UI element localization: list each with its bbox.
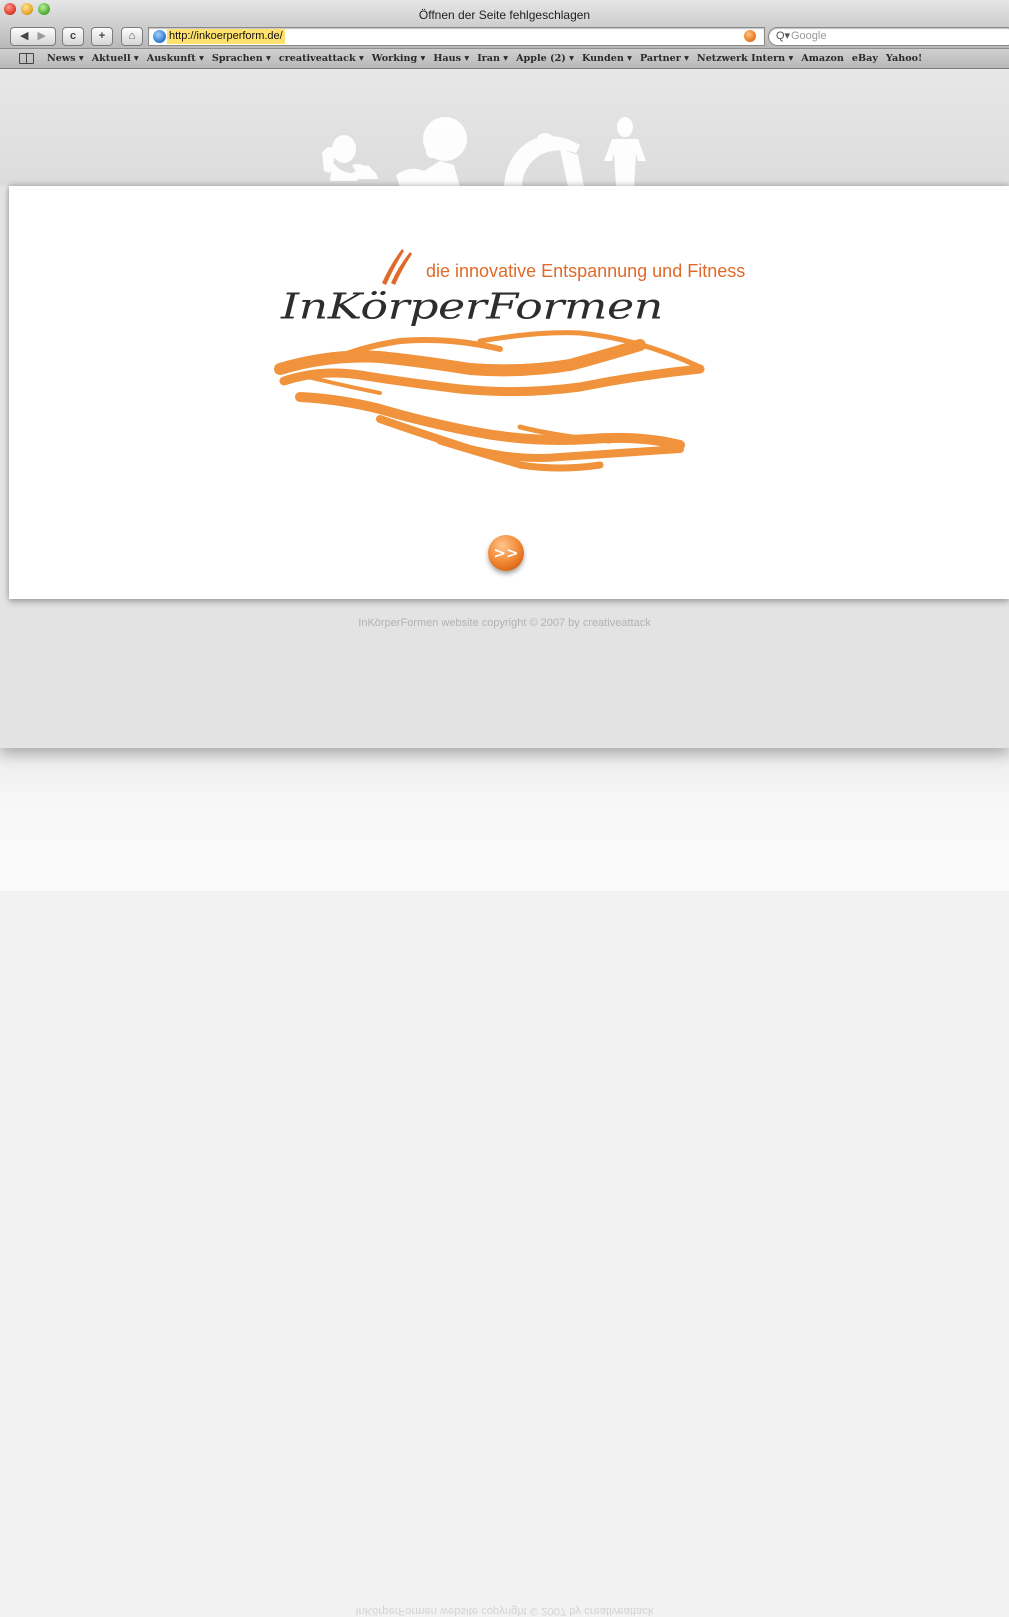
snapback-icon[interactable]	[744, 30, 756, 42]
logo-graphic	[274, 249, 705, 472]
search-placeholder: Google	[791, 30, 827, 42]
reload-button[interactable]: c	[62, 27, 84, 46]
enter-site-button[interactable]: >>	[488, 535, 524, 571]
back-forward-button[interactable]: ◀ ▶	[10, 27, 56, 46]
hand-brushstroke-icon	[274, 330, 705, 472]
bookmark-creativeattack[interactable]: creativeattack ▾	[279, 49, 364, 68]
forward-arrow-icon[interactable]: ▶	[38, 30, 46, 42]
bookmark-iran[interactable]: Iran ▾	[477, 49, 508, 68]
globe-icon	[153, 30, 166, 43]
bookmark-list: News ▾ Aktuell ▾ Auskunft ▾ Sprachen ▾ c…	[47, 49, 922, 68]
bookmark-apple[interactable]: Apple (2) ▾	[516, 49, 574, 68]
brand-wordmark: InKörperFormen	[281, 285, 663, 328]
bookmark-ebay[interactable]: eBay	[852, 49, 878, 68]
tagline-text: die innovative Entspannung und Fitness	[426, 261, 746, 281]
add-bookmark-button[interactable]: +	[91, 27, 113, 46]
copyright-text: InKörperFormen website copyright © 2007 …	[358, 617, 651, 629]
bookmark-netzwerk-intern[interactable]: Netzwerk Intern ▾	[697, 49, 793, 68]
bookmark-news[interactable]: News ▾	[47, 49, 84, 68]
home-icon: ⌂	[128, 30, 136, 42]
url-text[interactable]: http://inkoerperform.de/	[167, 29, 285, 44]
book-icon[interactable]	[19, 53, 34, 64]
title-bar: Öffnen der Seite fehlgeschlagen ◀ ▶ c + …	[0, 0, 1009, 49]
address-bar[interactable]: http://inkoerperform.de/	[148, 27, 765, 46]
back-arrow-icon[interactable]: ◀	[20, 30, 28, 42]
reload-icon: c	[69, 30, 77, 42]
bookmark-kunden[interactable]: Kunden ▾	[582, 49, 632, 68]
bookmark-amazon[interactable]: Amazon	[801, 49, 844, 68]
reflection-copyright-text: InKörperFormen website copyright © 2007 …	[355, 1605, 654, 1617]
web-page-content: die innovative Entspannung und Fitness I…	[0, 69, 1009, 748]
bookmark-auskunft[interactable]: Auskunft ▾	[147, 49, 204, 68]
search-icon[interactable]: Q▾	[776, 28, 790, 45]
bookmark-yahoo[interactable]: Yahoo!	[886, 49, 922, 68]
bookmark-aktuell[interactable]: Aktuell ▾	[92, 49, 139, 68]
desktop-reflection: InKörperFormen website copyright © 2007 …	[0, 740, 1009, 1617]
window-title: Öffnen der Seite fehlgeschlagen	[418, 8, 591, 22]
bookmark-haus[interactable]: Haus ▾	[433, 49, 469, 68]
plus-icon: +	[98, 30, 106, 42]
search-field[interactable]: Q▾ Google	[768, 27, 1009, 46]
bookmarks-bar: News ▾ Aktuell ▾ Auskunft ▾ Sprachen ▾ c…	[0, 49, 1009, 69]
bookmark-working[interactable]: Working ▾	[372, 49, 426, 68]
bookmark-sprachen[interactable]: Sprachen ▾	[212, 49, 271, 68]
home-button[interactable]: ⌂	[121, 27, 143, 46]
browser-window: Öffnen der Seite fehlgeschlagen ◀ ▶ c + …	[0, 0, 1009, 748]
bookmark-partner[interactable]: Partner ▾	[640, 49, 689, 68]
